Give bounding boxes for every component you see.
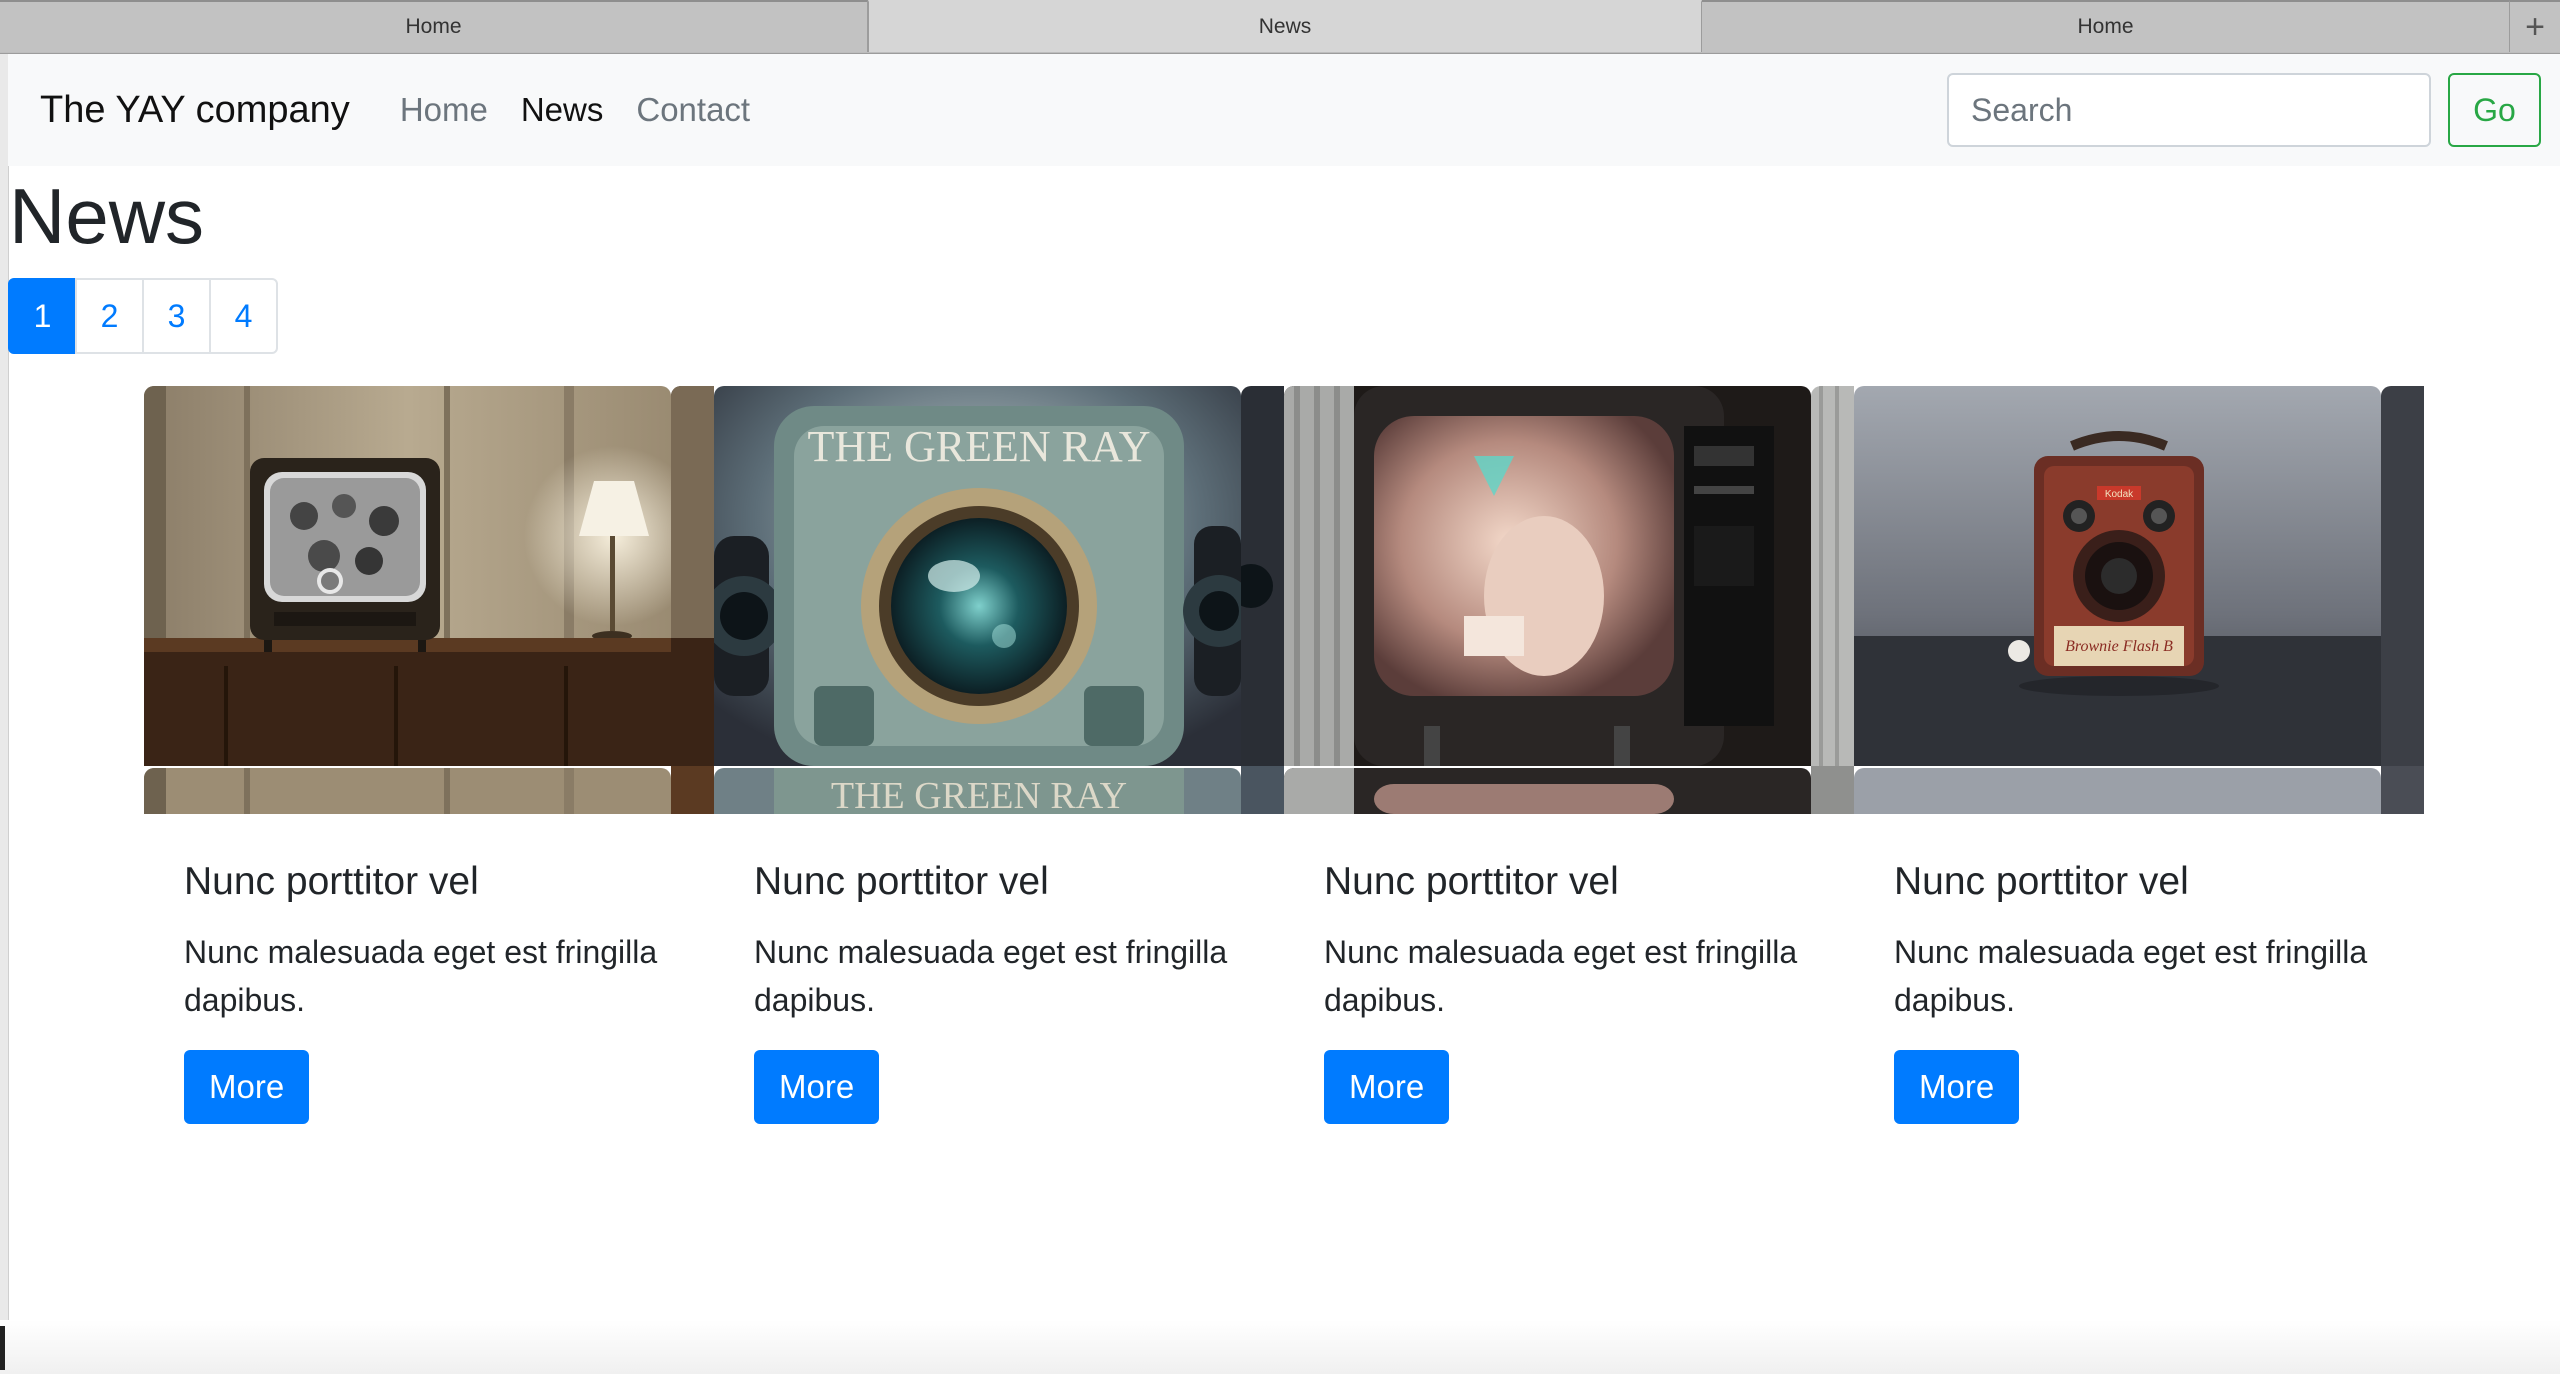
window-edge-mark	[0, 1326, 5, 1370]
brownie-camera-photo: Kodak Brownie Flash B	[1854, 386, 2424, 814]
page-link-3[interactable]: 3	[142, 278, 211, 354]
news-card: Nunc porttitor vel Nunc malesuada eget e…	[1284, 386, 1854, 1124]
navbar: The YAY company Home News Contact Go	[8, 54, 2560, 166]
nav-link-news[interactable]: News	[521, 91, 604, 129]
plus-icon: +	[2525, 7, 2545, 46]
new-tab-button[interactable]: +	[2510, 0, 2560, 52]
nav-links: Home News Contact	[400, 91, 783, 129]
news-card: Kodak Brownie Flash B Nunc porttitor vel…	[1854, 386, 2424, 1124]
more-button[interactable]: More	[1324, 1050, 1450, 1124]
news-card: Nunc porttitor vel Nunc malesuada eget e…	[144, 386, 714, 1124]
news-card-list: Nunc porttitor vel Nunc malesuada eget e…	[144, 386, 2424, 1124]
page-link-4[interactable]: 4	[209, 278, 278, 354]
browser-tab-label: Home	[2077, 15, 2134, 38]
retro-tv-screen-photo	[1284, 386, 1854, 814]
card-text: Nunc malesuada eget est fringilla dapibu…	[184, 934, 658, 1018]
card-title: Nunc porttitor vel	[1324, 860, 1619, 903]
card-text: Nunc malesuada eget est fringilla dapibu…	[754, 934, 1228, 1018]
window-frame-edge	[0, 54, 9, 1374]
browser-tab-strip: Home News Home +	[0, 0, 2560, 54]
page-footer-fade	[0, 1320, 2560, 1374]
page-link-1[interactable]: 1	[8, 278, 77, 354]
svg-text:THE GREEN RAY: THE GREEN RAY	[831, 775, 1127, 814]
more-button[interactable]: More	[184, 1050, 310, 1124]
page-title: News	[9, 172, 205, 260]
browser-tab-label: Home	[405, 15, 462, 38]
browser-tab-home[interactable]: Home	[0, 0, 868, 52]
browser-tab-home-2[interactable]: Home	[1702, 0, 2510, 52]
svg-text:Kodak: Kodak	[2105, 489, 2134, 500]
search-input[interactable]	[1947, 73, 2431, 147]
nav-link-contact[interactable]: Contact	[636, 91, 750, 129]
go-button[interactable]: Go	[2448, 73, 2541, 147]
card-title: Nunc porttitor vel	[184, 860, 479, 903]
more-button[interactable]: More	[754, 1050, 880, 1124]
green-ray-camera-photo: THE GREEN RAY THE GREEN RAY	[714, 386, 1284, 814]
svg-text:Brownie Flash B: Brownie Flash B	[2065, 638, 2173, 655]
card-title: Nunc porttitor vel	[1894, 860, 2189, 903]
browser-tab-label: News	[1258, 15, 1312, 38]
pagination: 1 2 3 4	[8, 278, 278, 354]
brand-logo[interactable]: The YAY company	[40, 89, 350, 132]
search-form: Go	[1947, 73, 2541, 147]
card-text: Nunc malesuada eget est fringilla dapibu…	[1894, 934, 2368, 1018]
vintage-tv-photo	[144, 386, 714, 814]
svg-text:THE GREEN RAY: THE GREEN RAY	[807, 422, 1150, 471]
card-text: Nunc malesuada eget est fringilla dapibu…	[1324, 934, 1798, 1018]
news-card: THE GREEN RAY THE GREEN RAY Nunc porttit…	[714, 386, 1284, 1124]
more-button[interactable]: More	[1894, 1050, 2020, 1124]
browser-tab-news[interactable]: News	[868, 0, 1702, 52]
card-title: Nunc porttitor vel	[754, 860, 1049, 903]
page-link-2[interactable]: 2	[75, 278, 144, 354]
nav-link-home[interactable]: Home	[400, 91, 488, 129]
